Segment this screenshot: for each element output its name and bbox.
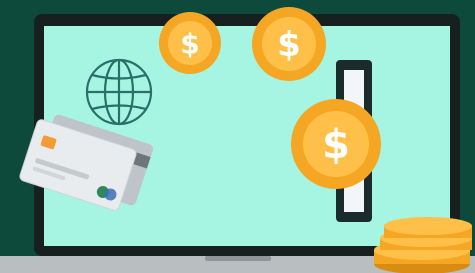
coin-symbol: $ [277,25,301,65]
globe-icon [85,58,153,126]
coin-symbol: $ [180,28,199,61]
coin-symbol: $ [322,122,350,168]
coin-3: $ [291,99,381,189]
illustration-svg: $ $ $ [0,0,475,273]
coin-1: $ [159,12,221,74]
illustration-canvas: $ $ $ [0,0,475,273]
laptop-hinge-notch [205,256,271,261]
coin-stack-icon [374,217,472,273]
coin-2: $ [252,7,326,81]
